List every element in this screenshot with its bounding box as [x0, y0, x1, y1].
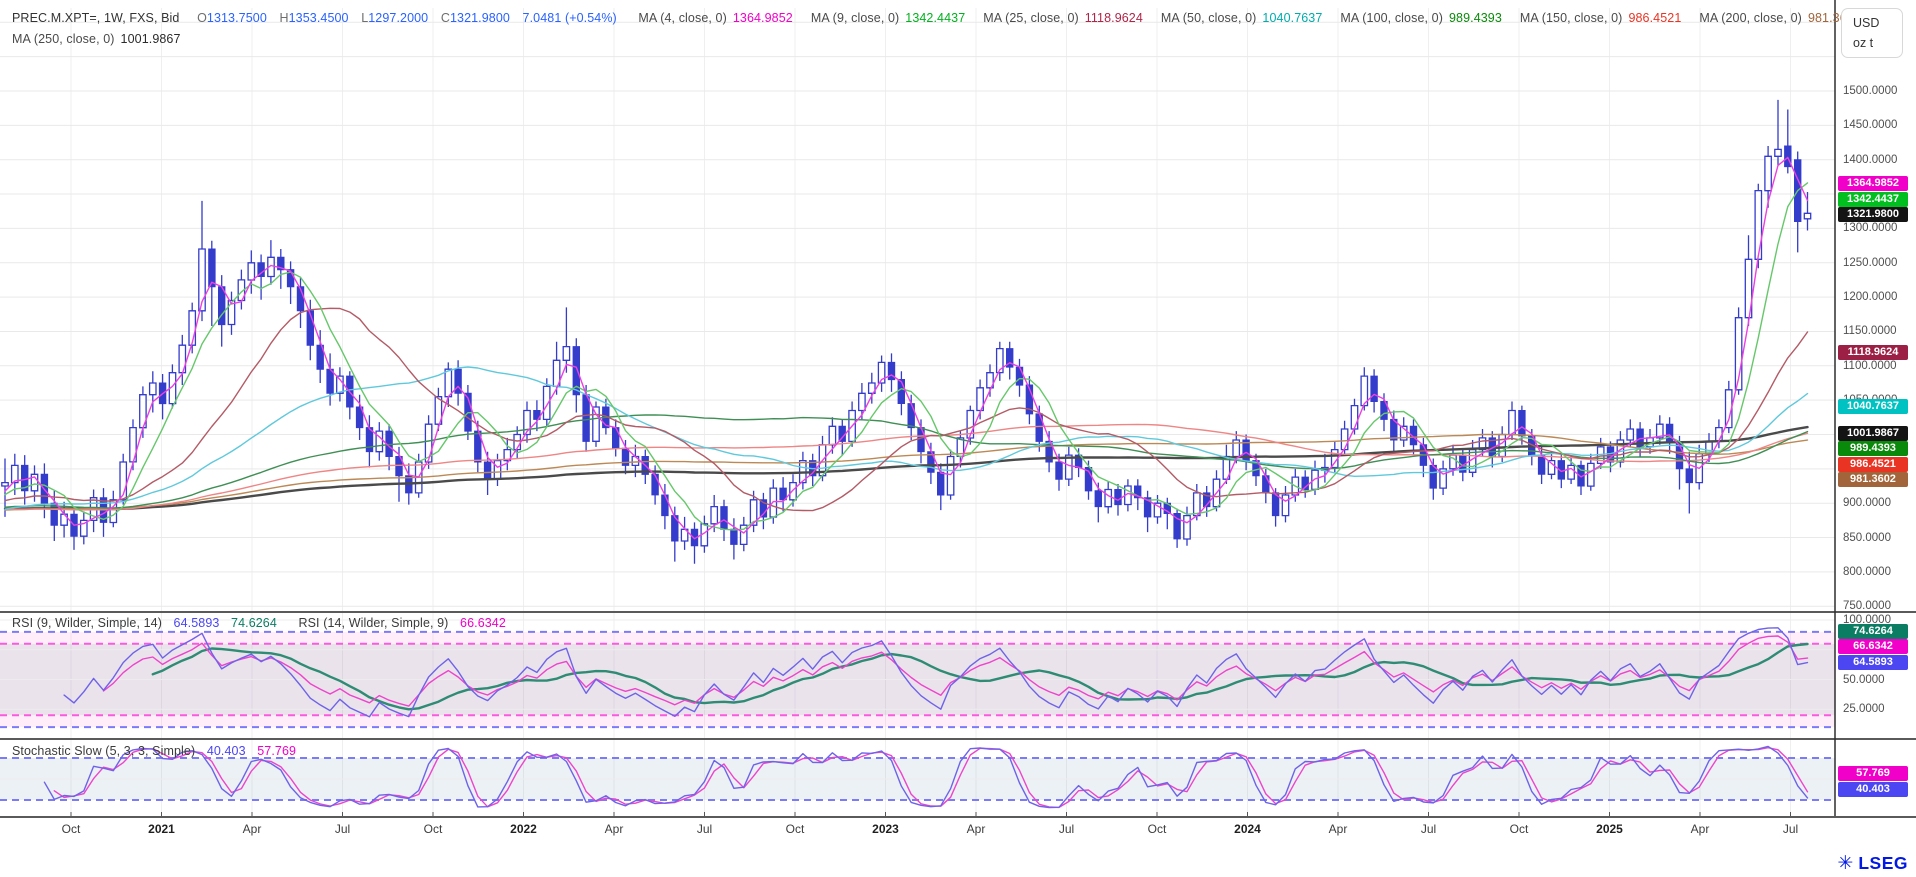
rsi-axis-label: 50.0000 [1843, 674, 1885, 686]
rsi-axis-badge: 64.5893 [1838, 655, 1908, 670]
time-axis-label: Oct [62, 822, 81, 836]
ma-legend-item: MA (9, close, 0)1342.4437 [811, 11, 965, 25]
time-axis-label: Apr [605, 822, 624, 836]
time-axis-label: Oct [786, 822, 805, 836]
rsi14-value: 66.6342 [460, 616, 506, 630]
price-axis-label: 750.0000 [1843, 600, 1891, 612]
rsi-axis-badge: 74.6264 [1838, 624, 1908, 639]
price-axis-badge: 1342.4437 [1838, 192, 1908, 207]
stoch-axis-badge: 57.769 [1838, 766, 1908, 781]
time-axis-label: Apr [967, 822, 986, 836]
rsi-legend: RSI (9, Wilder, Simple, 14) 64.5893 74.6… [12, 616, 514, 630]
ma-legend-item: MA (150, close, 0)986.4521 [1520, 11, 1681, 25]
ma-legend-item: MA (100, close, 0)989.4393 [1340, 11, 1501, 25]
currency-label: USD [1853, 16, 1879, 30]
price-axis-label: 1200.0000 [1843, 291, 1897, 303]
symbol-info: PREC.M.XPT=, 1W, FXS, Bid [12, 11, 179, 25]
ma-legend-item: MA (4, close, 0)1364.9852 [638, 11, 792, 25]
price-axis-badge: 1040.7637 [1838, 399, 1908, 414]
price-axis-label: 1500.0000 [1843, 85, 1897, 97]
ma-line-250 [5, 427, 1808, 509]
price-axis-badge: 1321.9800 [1838, 207, 1908, 222]
time-axis-label: 2025 [1596, 822, 1623, 836]
time-axis-label: Jul [1059, 822, 1074, 836]
price-axis-label: 900.0000 [1843, 497, 1891, 509]
candle-bodies-hollow [2, 149, 1811, 545]
chart-legend-row-2: MA (250, close, 0)1001.9867 [12, 32, 199, 46]
stoch-axis-badge: 40.403 [1838, 782, 1908, 797]
rsi-legend-label-1: RSI (9, Wilder, Simple, 14) [12, 616, 162, 630]
rsi-legend-label-2: RSI (14, Wilder, Simple, 9) [298, 616, 448, 630]
time-axis-label: Oct [1148, 822, 1167, 836]
price-axis-label: 850.0000 [1843, 532, 1891, 544]
axis-unit-box[interactable]: USD oz t [1841, 8, 1903, 58]
price-axis-badge: 981.3602 [1838, 472, 1908, 487]
chart-legend-row-1: PREC.M.XPT=, 1W, FXS, Bid O1313.7500 H13… [12, 11, 1879, 25]
ma-legend-items-row1: MA (4, close, 0)1364.9852 MA (9, close, 0… [638, 11, 1878, 25]
lseg-chart-app: { "header": { "symbol_info": "PREC.M.XPT… [0, 0, 1916, 877]
ma-legend-item: MA (250, close, 0)1001.9867 [12, 32, 181, 46]
x-axis-line [0, 816, 1916, 818]
stochastic-legend: Stochastic Slow (5, 3, 3, Simple) 40.403… [12, 744, 304, 758]
pane-divider[interactable] [0, 738, 1916, 740]
stoch-d-value: 57.769 [257, 744, 296, 758]
ma-legend-item: MA (25, close, 0)1118.9624 [983, 11, 1143, 25]
ma-legend-items-row2: MA (250, close, 0)1001.9867 [12, 32, 199, 46]
rsi9-ma-value: 74.6264 [231, 616, 277, 630]
price-axis-label: 1450.0000 [1843, 119, 1897, 131]
price-axis-badge: 989.4393 [1838, 441, 1908, 456]
price-axis-label: 1300.0000 [1843, 222, 1897, 234]
change-value: 7.0481 (+0.54%) [523, 11, 617, 25]
price-axis-badge: 1364.9852 [1838, 176, 1908, 191]
time-axis-label: 2024 [1234, 822, 1261, 836]
lseg-sparkle-icon: ✳ [1837, 854, 1853, 873]
time-axis-label: Oct [1510, 822, 1529, 836]
price-axis-badge: 1001.9867 [1838, 426, 1908, 441]
ma-legend-item: MA (50, close, 0)1040.7637 [1161, 11, 1323, 25]
time-axis-label: Apr [1329, 822, 1348, 836]
unit-label: oz t [1853, 36, 1873, 50]
time-axis-label: 2022 [510, 822, 537, 836]
stoch-legend-label: Stochastic Slow (5, 3, 3, Simple) [12, 744, 195, 758]
pane-divider[interactable] [0, 611, 1916, 613]
price-axis-badge: 1118.9624 [1838, 345, 1908, 360]
price-axis-label: 1150.0000 [1843, 325, 1897, 337]
time-axis-label: Jul [335, 822, 350, 836]
time-axis-label: Jul [1783, 822, 1798, 836]
rsi-axis-label: 25.0000 [1843, 703, 1885, 715]
time-axis-label: Apr [243, 822, 262, 836]
ma-line-9 [5, 183, 1808, 530]
price-axis-label: 1400.0000 [1843, 154, 1897, 166]
ohlc-open: O1313.7500 [197, 11, 267, 25]
price-axis-label: 1250.0000 [1843, 257, 1897, 269]
time-axis-label: 2023 [872, 822, 899, 836]
time-axis-label: Oct [424, 822, 443, 836]
price-axis-label: 800.0000 [1843, 566, 1891, 578]
rsi-axis-badge: 66.6342 [1838, 639, 1908, 654]
ohlc-low: L1297.2000 [361, 11, 428, 25]
ma-legend-item: MA (200, close, 0)981.3602 [1699, 11, 1860, 25]
time-axis-label: Jul [1421, 822, 1436, 836]
lseg-logo-text: LSEG [1858, 853, 1908, 874]
ohlc-high: H1353.4500 [279, 11, 348, 25]
ohlc-close: C1321.9800 [441, 11, 510, 25]
price-axis-badge: 986.4521 [1838, 457, 1908, 472]
time-axis-label: 2021 [148, 822, 175, 836]
rsi9-value: 64.5893 [174, 616, 220, 630]
stoch-k-value: 40.403 [207, 744, 246, 758]
price-axis-label: 1100.0000 [1843, 360, 1897, 372]
time-axis-label: Jul [697, 822, 712, 836]
ma-line-4 [5, 157, 1808, 538]
lseg-logo: ✳ LSEG [1837, 853, 1908, 874]
time-axis-label: Apr [1691, 822, 1710, 836]
